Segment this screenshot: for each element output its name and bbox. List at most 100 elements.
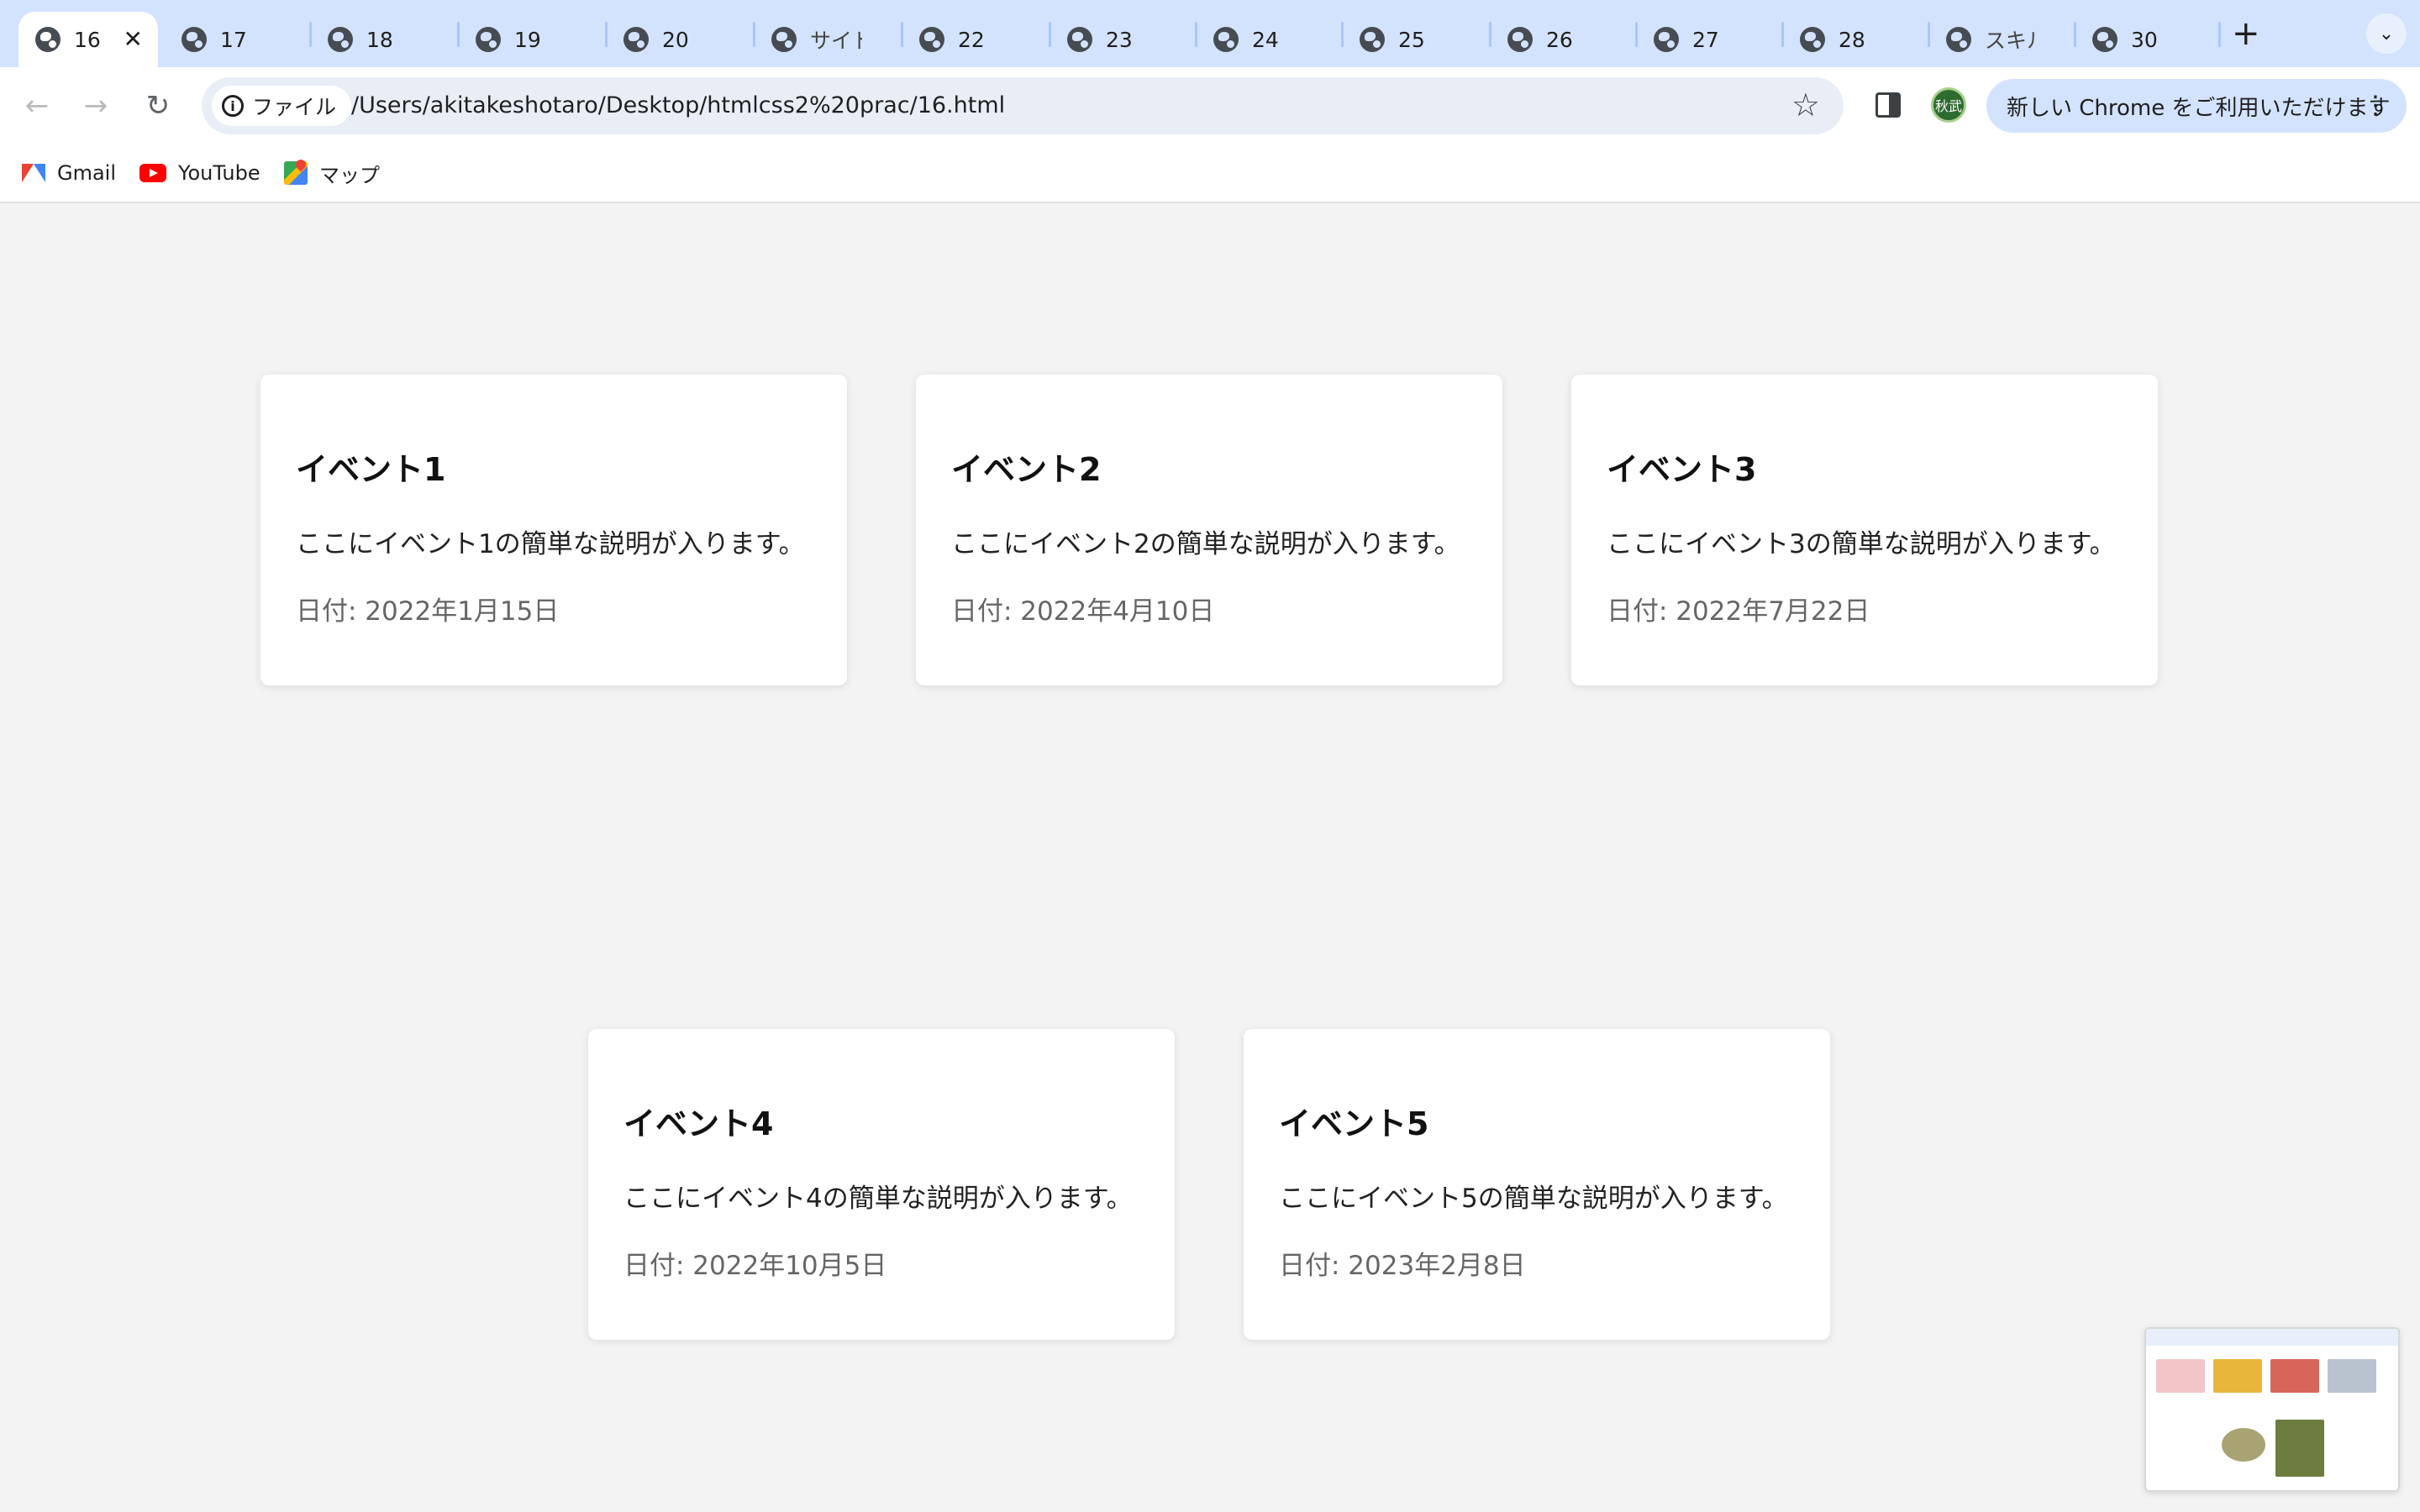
event-title: イベント4 [623,1105,774,1142]
globe-icon [919,27,944,52]
event-card: イベント4 ここにイベント4の簡単な説明が入ります。 日付: 2022年10月5… [588,1029,1175,1340]
browser-toolbar: ← → ↻ i ファイル /Users/akitakeshotaro/Deskt… [0,67,2420,144]
menu-kebab-icon[interactable]: ⋮ [2363,89,2388,123]
url-text[interactable]: /Users/akitakeshotaro/Desktop/htmlcss2%2… [351,92,1005,118]
screenshot-thumbnail[interactable] [2144,1327,2400,1492]
event-description: ここにイベント5の簡単な説明が入ります。 [1279,1184,1788,1214]
globe-icon [1507,27,1533,52]
event-card: イベント2 ここにイベント2の簡単な説明が入ります。 日付: 2022年4月10… [916,375,1502,685]
reload-button[interactable]: ↻ [138,86,178,126]
tab-26[interactable]: 26 [1491,12,1590,67]
tab-label: 20 [662,27,689,52]
gmail-icon [22,164,45,182]
tab-20[interactable]: 20 [607,12,706,67]
tab-search-button[interactable]: ⌄ [2366,13,2407,54]
globe-icon [2092,27,2118,52]
event-description: ここにイベント1の簡単な説明が入ります。 [296,529,805,559]
tab-label: 16 [74,27,101,52]
bookmark-label: マップ [319,163,380,187]
bookmark-label: YouTube [178,161,260,185]
bookmark-label: Gmail [57,161,117,185]
thumbnail-image [2156,1359,2205,1393]
event-description: ここにイベント3の簡単な説明が入ります。 [1607,529,2116,559]
tab-28[interactable]: 28 [1783,12,1882,67]
tab-sidenav[interactable]: サイドナ [755,12,862,67]
info-icon: i [222,95,244,117]
site-info-chip[interactable]: i ファイル [212,86,352,126]
globe-icon [623,27,649,52]
thumbnail-image [2275,1420,2324,1477]
tab-22[interactable]: 22 [902,12,1002,67]
globe-icon [1800,27,1825,52]
thumbnail-image [2222,1428,2265,1462]
bookmark-star-icon[interactable]: ☆ [1791,87,1820,123]
globe-icon [771,27,797,52]
event-card: イベント5 ここにイベント5の簡単な説明が入ります。 日付: 2023年2月8日 [1244,1029,1830,1340]
globe-icon [1946,27,1971,52]
event-title: イベント1 [296,451,446,488]
tab-label: スキルア [1985,29,2037,53]
tab-label: 23 [1106,27,1133,52]
tab-label: 17 [220,27,247,52]
tab-separator [2218,22,2221,47]
bookmarks-bar: Gmail YouTube マップ [0,144,2420,203]
tab-label: 19 [514,27,541,52]
bookmark-maps[interactable]: マップ [284,156,380,190]
event-date: 日付: 2022年7月22日 [1607,596,1870,627]
globe-icon [1360,27,1385,52]
globe-icon [1067,27,1092,52]
tab-strip: 16 ✕ 17 18 19 20 サイドナ 22 23 24 25 [0,0,2420,67]
tab-19[interactable]: 19 [459,12,558,67]
tab-27[interactable]: 27 [1637,12,1736,67]
thumbnail-image [2328,1359,2376,1393]
globe-icon [476,27,501,52]
site-info-label: ファイル [252,95,337,119]
address-bar[interactable]: i ファイル /Users/akitakeshotaro/Desktop/htm… [202,77,1844,134]
globe-icon [1213,27,1239,52]
close-tab-icon[interactable]: ✕ [124,25,143,54]
tab-24[interactable]: 24 [1197,12,1296,67]
new-tab-button[interactable]: + [2232,17,2260,50]
event-description: ここにイベント2の簡単な説明が入ります。 [951,529,1460,559]
tab-label: 28 [1839,27,1865,52]
tab-label: 18 [366,27,393,52]
maps-icon [284,161,308,185]
globe-icon [328,27,353,52]
tab-23[interactable]: 23 [1050,12,1150,67]
globe-icon [35,27,60,52]
tab-17[interactable]: 17 [165,12,264,67]
back-button[interactable]: ← [17,86,57,126]
tab-18[interactable]: 18 [311,12,410,67]
side-panel-icon[interactable] [1876,92,1901,118]
bookmark-gmail[interactable]: Gmail [22,156,116,190]
tab-label: 24 [1252,27,1279,52]
tab-label: 25 [1398,27,1425,52]
tab-label: 30 [2131,27,2158,52]
globe-icon [1654,27,1679,52]
event-title: イベント5 [1279,1105,1429,1142]
thumbnail-image [2270,1359,2319,1393]
event-title: イベント3 [1607,451,1757,488]
forward-button[interactable]: → [76,86,116,126]
event-date: 日付: 2022年1月15日 [296,596,560,627]
profile-avatar[interactable]: 秋武 [1931,87,1966,123]
bookmark-youtube[interactable]: YouTube [139,156,260,190]
event-title: イベント2 [951,451,1102,488]
event-date: 日付: 2022年10月5日 [623,1251,887,1281]
event-card: イベント3 ここにイベント3の簡単な説明が入ります。 日付: 2022年7月22… [1571,375,2158,685]
tab-label: 26 [1546,27,1573,52]
event-date: 日付: 2023年2月8日 [1279,1251,1526,1281]
event-date: 日付: 2022年4月10日 [951,596,1215,627]
youtube-icon [139,164,166,182]
tab-label: サイドナ [810,29,862,53]
tab-25[interactable]: 25 [1343,12,1442,67]
globe-icon [182,27,207,52]
chrome-update-button[interactable]: 新しい Chrome をご利用いただけます ⋮ [1986,79,2407,133]
update-label: 新しい Chrome をご利用いただけます [2007,95,2391,121]
tab-16[interactable]: 16 ✕ [18,12,158,67]
tab-skillup[interactable]: スキルア [1929,12,2037,67]
thumbnail-browser-bar [2146,1329,2398,1346]
thumbnail-image [2213,1359,2262,1393]
tab-30[interactable]: 30 [2075,12,2175,67]
tab-label: 22 [958,27,985,52]
